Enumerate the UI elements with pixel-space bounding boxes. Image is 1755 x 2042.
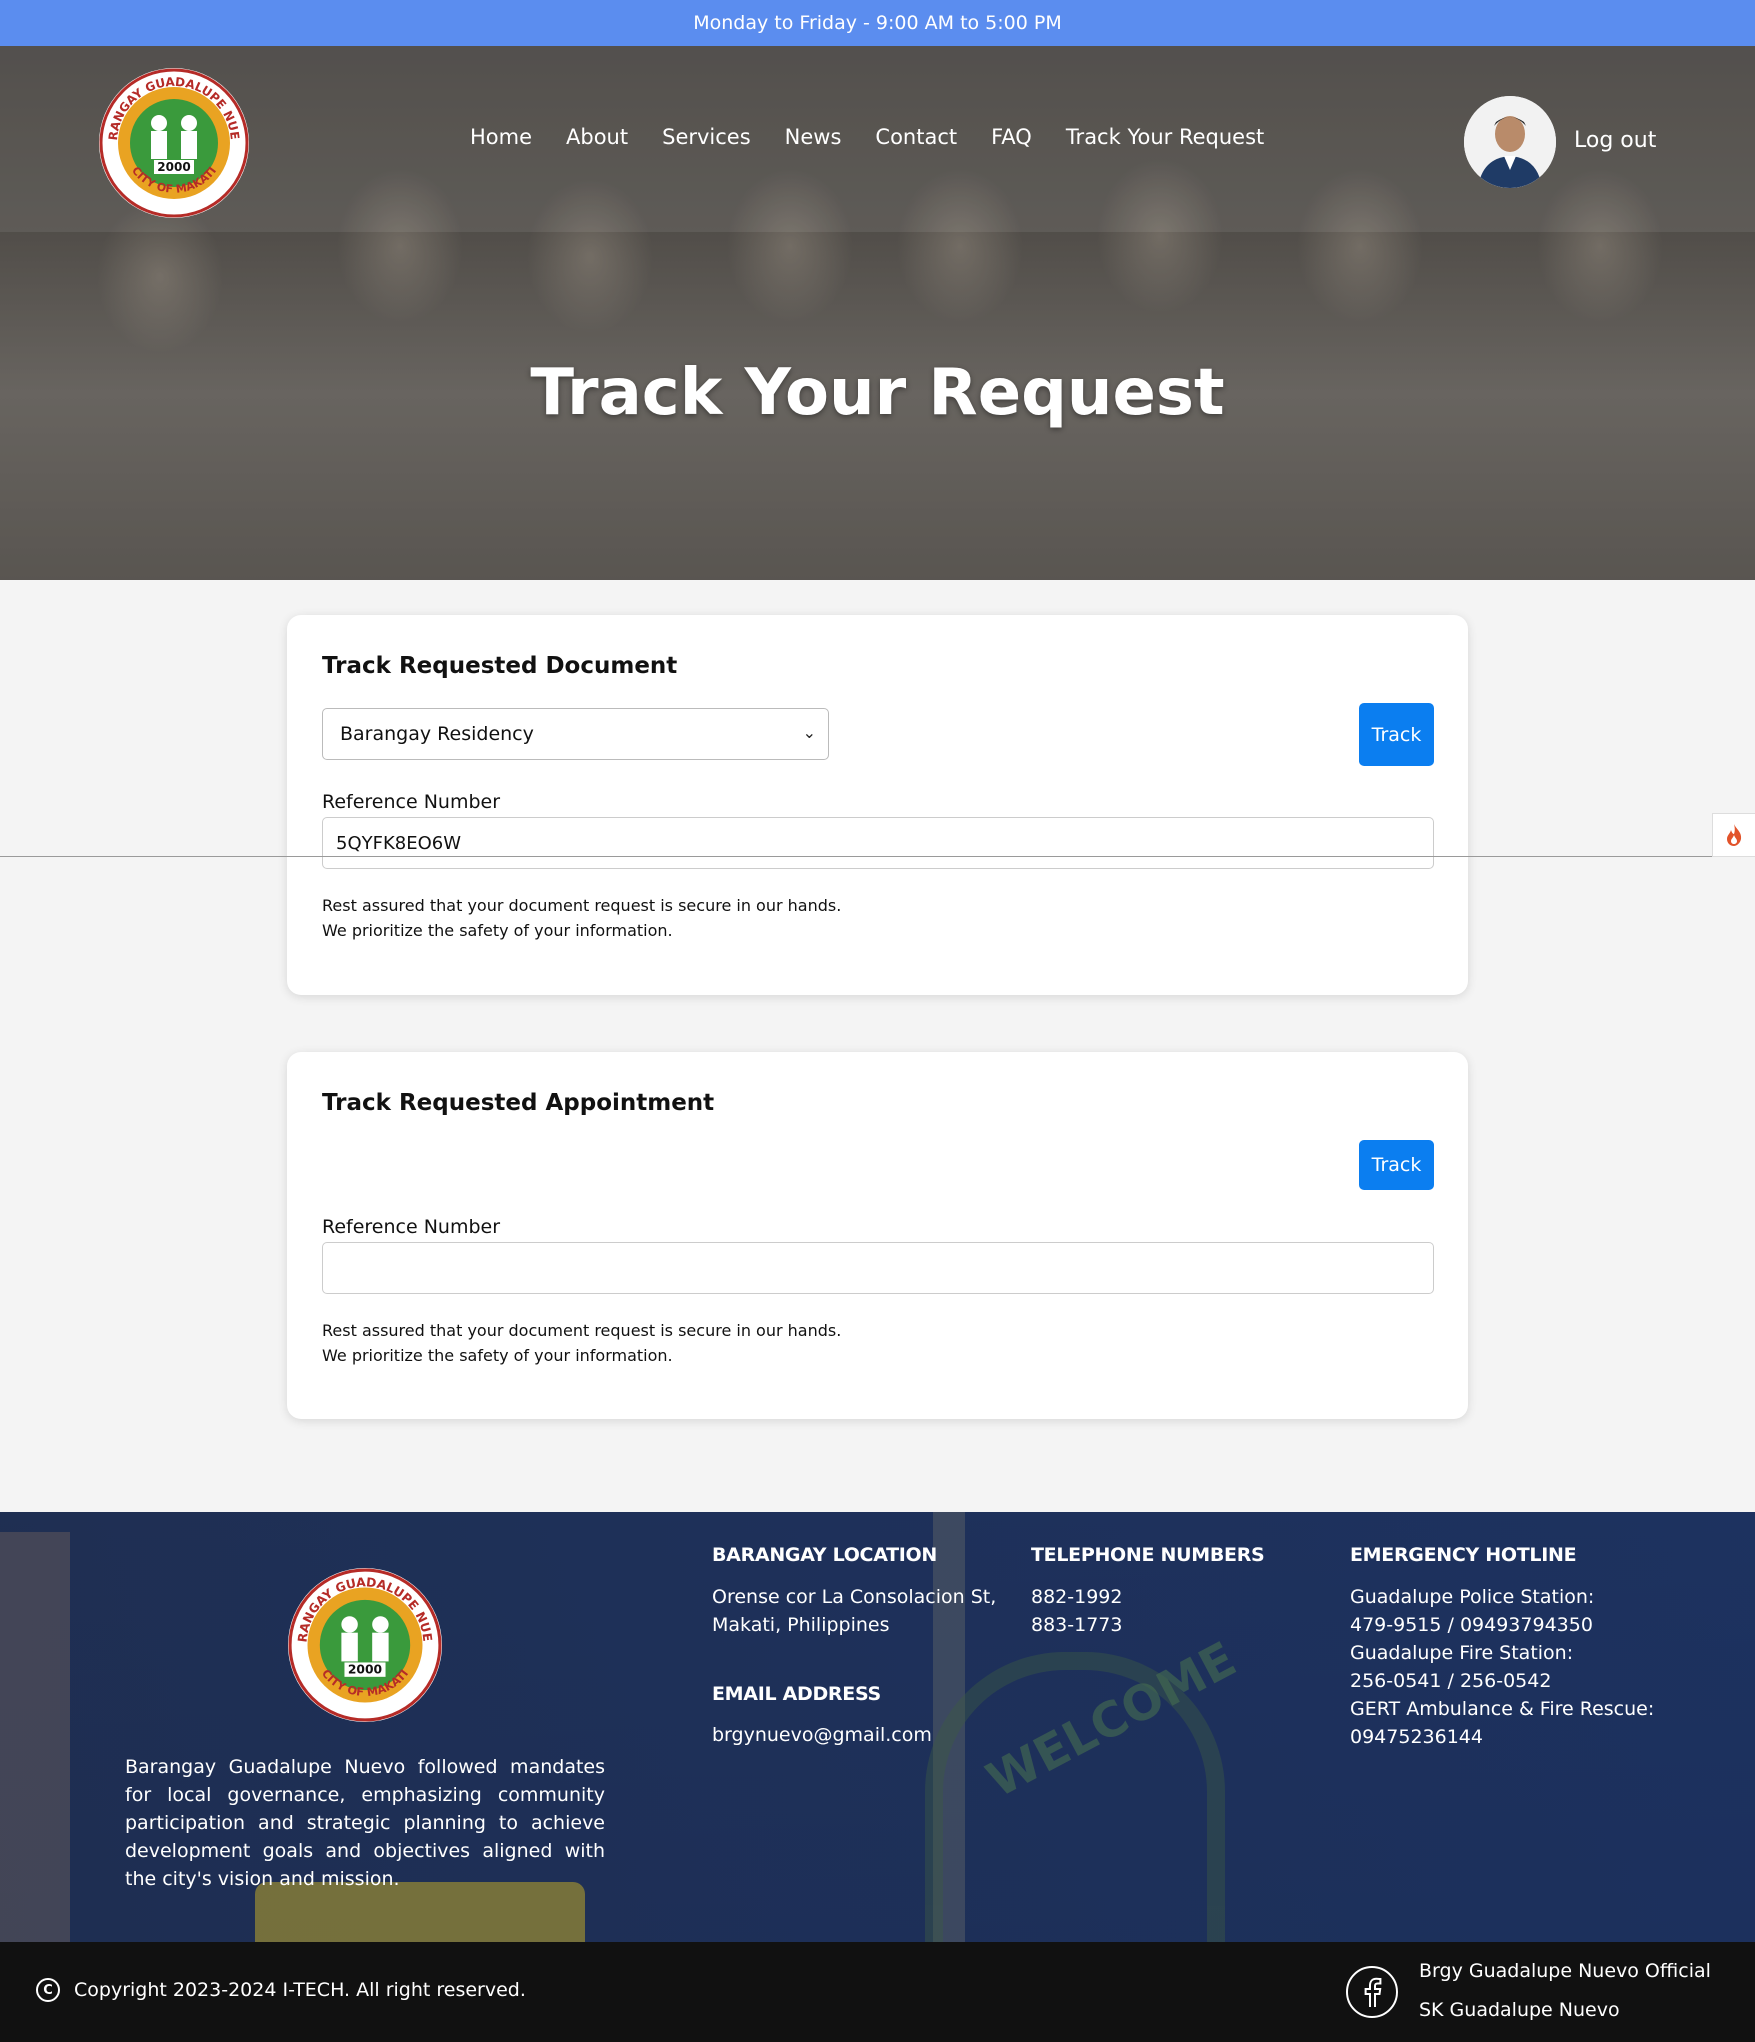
emergency-heading: EMERGENCY HOTLINE [1350, 1544, 1577, 1566]
copyright-icon: C [36, 1978, 60, 2002]
document-reference-input[interactable]: 5QYFK8EO6W [322, 817, 1434, 869]
nav-faq[interactable]: FAQ [991, 125, 1032, 149]
card-title: Track Requested Document [322, 653, 678, 679]
email-heading: EMAIL ADDRESS [712, 1683, 881, 1705]
chevron-down-icon: ⌄ [802, 723, 816, 742]
reference-number-label: Reference Number [322, 791, 501, 813]
barangay-logo[interactable]: 2000 BARANGAY GUADALUPE NUEVO CITY OF MA… [99, 68, 249, 218]
divider-line [0, 856, 1755, 857]
location-address: Orense cor La Consolacion St, Makati, Ph… [712, 1586, 997, 1636]
svg-text:2000: 2000 [157, 160, 190, 174]
nav-track-request[interactable]: Track Your Request [1066, 125, 1264, 149]
track-document-button[interactable]: Track [1359, 703, 1434, 766]
user-avatar[interactable] [1464, 96, 1556, 188]
nav-about[interactable]: About [566, 125, 628, 149]
emergency-list: Guadalupe Police Station: 479-9515 / 094… [1350, 1586, 1655, 1748]
phone-heading: TELEPHONE NUMBERS [1031, 1544, 1265, 1566]
security-note: Rest assured that your document request … [322, 1321, 842, 1365]
phone-numbers: 882-1992 883-1773 [1031, 1586, 1123, 1636]
security-note: Rest assured that your document request … [322, 896, 842, 940]
svg-text:2000: 2000 [348, 1663, 382, 1677]
document-type-select[interactable]: Barangay Residency ⌄ [322, 708, 829, 760]
track-document-card: Track Requested Document Barangay Reside… [287, 615, 1468, 995]
nav-contact[interactable]: Contact [875, 125, 957, 149]
fire-icon[interactable] [1712, 813, 1755, 857]
appointment-reference-input[interactable] [322, 1242, 1434, 1294]
track-appointment-button[interactable]: Track [1359, 1140, 1434, 1190]
nav-services[interactable]: Services [662, 125, 751, 149]
select-value: Barangay Residency [340, 723, 534, 745]
facebook-icon[interactable] [1346, 1966, 1398, 2018]
social-link-sk[interactable]: SK Guadalupe Nuevo [1419, 1999, 1620, 2021]
reference-number-label: Reference Number [322, 1216, 501, 1238]
social-link-official[interactable]: Brgy Guadalupe Nuevo Official [1419, 1960, 1711, 1982]
top-info-bar: Monday to Friday - 9:00 AM to 5:00 PM [0, 0, 1755, 46]
footer-logo: 2000 BARANGAY GUADALUPE NUEVO CITY OF MA… [288, 1568, 442, 1722]
nav-home[interactable]: Home [470, 125, 532, 149]
office-hours: Monday to Friday - 9:00 AM to 5:00 PM [693, 12, 1062, 34]
location-heading: BARANGAY LOCATION [712, 1544, 938, 1566]
main-nav: Home About Services News Contact FAQ Tra… [470, 125, 1298, 149]
logout-link[interactable]: Log out [1574, 128, 1656, 153]
bottom-bar: C Copyright 2023-2024 I-TECH. All right … [0, 1942, 1755, 2042]
copyright-text: Copyright 2023-2024 I-TECH. All right re… [74, 1979, 526, 2001]
nav-news[interactable]: News [785, 125, 842, 149]
footer-about-text: Barangay Guadalupe Nuevo followed mandat… [125, 1756, 605, 1890]
email-address[interactable]: brgynuevo@gmail.com [712, 1721, 932, 1749]
copyright: C Copyright 2023-2024 I-TECH. All right … [36, 1978, 526, 2002]
card-title: Track Requested Appointment [322, 1090, 715, 1116]
track-appointment-card: Track Requested Appointment Track Refere… [287, 1052, 1468, 1419]
page-title: Track Your Request [530, 356, 1225, 430]
reference-value: 5QYFK8EO6W [336, 832, 462, 854]
footer-bg-building [0, 1532, 70, 1942]
